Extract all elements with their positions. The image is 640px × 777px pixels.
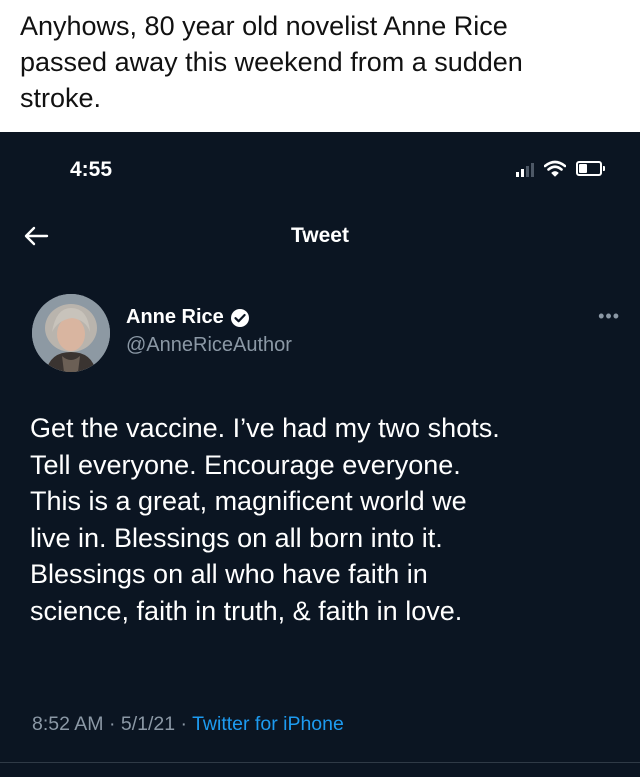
status-icons xyxy=(516,160,605,177)
status-time: 4:55 xyxy=(70,158,113,181)
cellular-signal-icon xyxy=(516,161,534,177)
meta-separator: · xyxy=(103,713,121,735)
divider xyxy=(0,762,640,763)
nav-bar: Tweet xyxy=(0,212,640,264)
author-name-text: Anne Rice xyxy=(126,306,224,328)
tweet-text-line: science, faith in truth, & faith in love… xyxy=(30,595,463,626)
tweet-source-link[interactable]: Twitter for iPhone xyxy=(192,713,344,735)
caption-line: passed away this weekend from a sudden xyxy=(20,47,523,77)
tweet-header: Anne Rice @AnneRiceAuthor ••• xyxy=(0,292,640,372)
status-bar: 4:55 xyxy=(0,132,640,212)
tweet-screen: 4:55 Tweet Anne Rice @AnneRiceAuthor •••… xyxy=(0,132,640,777)
caption-line: Anyhows, 80 year old novelist Anne Rice xyxy=(20,11,508,41)
caption-line: stroke. xyxy=(20,83,102,113)
tweet-meta: 8:52 AM · 5/1/21 · Twitter for iPhone xyxy=(32,713,344,736)
tweet-date: 5/1/21 xyxy=(120,713,176,735)
page-title: Tweet xyxy=(291,224,349,247)
more-options-button[interactable]: ••• xyxy=(598,306,620,327)
author-photo xyxy=(32,294,110,372)
battery-icon xyxy=(576,161,605,176)
tweet-text-line: Get the vaccine. I’ve had my two shots. xyxy=(30,413,500,443)
tweet-text-line: Tell everyone. Encourage everyone. xyxy=(30,449,461,480)
tweet-time: 8:52 AM xyxy=(32,713,104,735)
wifi-icon xyxy=(544,160,566,177)
verified-badge-icon xyxy=(230,308,249,327)
tweet-text-line: This is a great, magnificent world we xyxy=(30,486,467,516)
meta-separator: · xyxy=(175,713,193,735)
author-name[interactable]: Anne Rice xyxy=(126,306,250,329)
author-handle[interactable]: @AnneRiceAuthor xyxy=(126,334,292,357)
avatar[interactable] xyxy=(32,294,110,372)
caption: Anyhows, 80 year old novelist Anne Rice … xyxy=(0,0,640,132)
tweet-text-line: live in. Blessings on all born into it. xyxy=(30,522,443,553)
tweet-text-line: Blessings on all who have faith in xyxy=(30,559,428,589)
tweet-text: Get the vaccine. I’ve had my two shots. … xyxy=(30,410,630,629)
